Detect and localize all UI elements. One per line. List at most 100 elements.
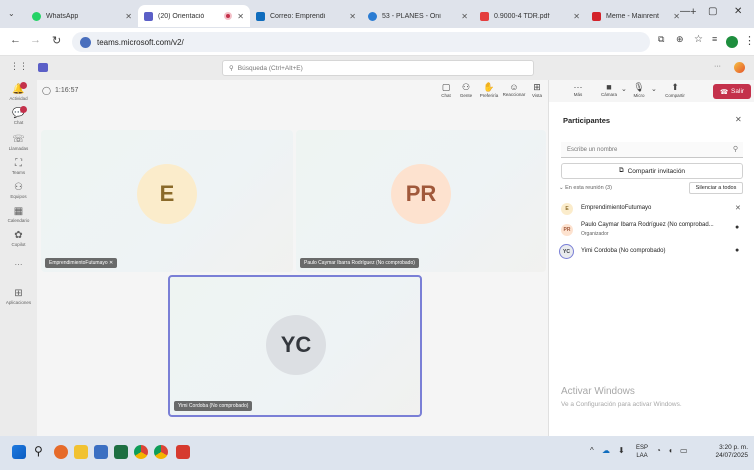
rail-calendario[interactable]: ▦ Calendario xyxy=(0,206,37,223)
chrome-profile-icon[interactable] xyxy=(154,445,168,459)
wifi-icon[interactable]: ◔ xyxy=(656,446,661,455)
participant-row[interactable]: E EmprendimientoFutumayo ✕ xyxy=(559,201,745,217)
windows-start-icon[interactable] xyxy=(12,445,26,459)
video-tile[interactable]: E EmprendimientoFutumayo ✕ xyxy=(41,130,293,272)
close-panel-icon[interactable]: ✕ xyxy=(735,115,742,124)
close-tab-icon[interactable]: ✕ xyxy=(461,12,468,21)
minimize-button[interactable]: — xyxy=(680,6,690,17)
close-tab-icon[interactable]: ✕ xyxy=(237,12,244,21)
install-app-icon[interactable]: ⧉ xyxy=(658,34,664,45)
close-tab-icon[interactable]: ✕ xyxy=(573,12,580,21)
chat-icon: 💬 xyxy=(0,106,37,119)
excel-icon[interactable] xyxy=(114,445,128,459)
extensions-icon[interactable]: ≡ xyxy=(712,34,717,44)
tab-meme[interactable]: Meme - Mainrent ✕ xyxy=(586,5,686,27)
tab-correo[interactable]: Correo: Emprendi ✕ xyxy=(250,5,362,27)
tab-search-icon[interactable]: ⌄ xyxy=(8,9,15,18)
rail-more[interactable]: ··· xyxy=(0,260,37,269)
zoom-icon[interactable]: ⊕ xyxy=(676,34,684,45)
whatsapp-icon xyxy=(32,11,41,21)
app-launcher-icon[interactable]: ⋮⋮ xyxy=(10,61,28,72)
url-field[interactable]: teams.microsoft.com/v2/ xyxy=(72,32,650,52)
search-icon[interactable]: ⚲ xyxy=(34,444,43,458)
share-button[interactable]: ⬆ Compartir xyxy=(659,82,691,98)
mute-all-button[interactable]: Silenciar a todos xyxy=(689,182,743,194)
mic-options-chevron-icon[interactable]: ⌄ xyxy=(651,85,657,93)
participant-name-label: Yimi Cordoba (No comprobado) xyxy=(174,401,253,411)
leave-button[interactable]: ☎ Salir xyxy=(713,84,751,99)
file-explorer-icon[interactable] xyxy=(74,445,88,459)
camera-options-chevron-icon[interactable]: ⌄ xyxy=(621,85,627,93)
meeting-toolbar: ◯ 1:16:57 ▢ Chat ⚇ Gente ✋ Preferiría ☺ … xyxy=(37,80,548,102)
view-button[interactable]: ⊞ Vista xyxy=(529,82,545,98)
mic-off-icon: ✕ xyxy=(735,205,741,212)
avatar-initials: E xyxy=(565,206,569,212)
back-icon[interactable]: ← xyxy=(10,34,21,46)
settings-more-button[interactable]: ··· xyxy=(714,63,721,70)
clock[interactable]: 3:20 p. m. 24/07/2025 xyxy=(700,444,748,460)
tab-pdf[interactable]: 0.9000-4 TDR.pdf ✕ xyxy=(474,5,586,27)
calendar-icon: ▦ xyxy=(13,206,24,217)
tool-label: Vista xyxy=(532,93,542,98)
battery-icon[interactable]: ▭ xyxy=(680,446,688,455)
close-window-button[interactable]: ✕ xyxy=(734,6,742,17)
raise-hand-button[interactable]: ✋ Preferiría xyxy=(477,82,501,98)
rail-copilot[interactable]: ✿ Copilot xyxy=(0,230,37,247)
teams-logo xyxy=(38,63,48,72)
rail-aplicaciones[interactable]: ⊞ Aplicaciones xyxy=(0,288,37,305)
pdf-reader-icon[interactable] xyxy=(176,445,190,459)
onedrive-icon[interactable]: ☁ xyxy=(602,446,610,455)
tool-label: Gente xyxy=(459,93,473,98)
profile-avatar[interactable] xyxy=(726,36,738,48)
rail-teams[interactable]: ⛶ Teams xyxy=(0,158,37,175)
rail-llamadas[interactable]: ☏ Llamadas xyxy=(0,134,37,151)
leave-label: Salir xyxy=(731,88,745,95)
tool-label: Preferiría xyxy=(479,93,499,98)
participant-row[interactable]: YC Yimi Cordoba (No comprobado) ● xyxy=(559,243,745,261)
browser-menu-icon[interactable]: ⋮ xyxy=(744,34,754,47)
chat-tool-button[interactable]: ▢ Chat xyxy=(437,82,455,98)
language-indicator[interactable]: ESP LAA xyxy=(636,444,648,460)
bookmark-star-icon[interactable]: ☆ xyxy=(694,34,703,45)
site-info-icon[interactable] xyxy=(80,36,91,48)
tray-chevron-icon[interactable]: ^ xyxy=(590,446,594,455)
close-tab-icon[interactable]: ✕ xyxy=(673,12,680,21)
participant-search-input[interactable]: Escribe un nombre ⚲ xyxy=(561,142,743,158)
maximize-button[interactable]: ▢ xyxy=(708,6,717,17)
browser-app-icon[interactable] xyxy=(54,445,68,459)
security-icon[interactable]: ⬇ xyxy=(618,446,625,455)
camera-button[interactable]: ■ Cámara xyxy=(597,82,621,97)
share-invite-button[interactable]: ⧉ Compartir invitación xyxy=(561,163,743,179)
avatar: E xyxy=(137,164,197,224)
meeting-controls: ··· Más ■ Cámara ⌄ 🎙 Micro ⌄ ⬆ Compartir… xyxy=(549,80,754,102)
mic-icon: ● xyxy=(735,224,740,231)
chrome-icon[interactable] xyxy=(134,445,148,459)
participants-panel: ··· Más ■ Cámara ⌄ 🎙 Micro ⌄ ⬆ Compartir… xyxy=(548,80,754,436)
tab-title: (20) Orientació xyxy=(158,12,205,20)
react-button[interactable]: ☺ Reaccionar xyxy=(501,82,527,97)
video-tile[interactable]: PR Paulo Caymar Ibarra Rodríguez (No com… xyxy=(296,130,546,272)
video-tile-active-speaker[interactable]: YC Yimi Cordoba (No comprobado) xyxy=(168,275,422,417)
volume-icon[interactable]: ◖ xyxy=(668,446,673,455)
participant-row[interactable]: PR Paulo Caymar Ibarra Rodríguez (No com… xyxy=(559,220,745,240)
outlook-icon xyxy=(256,11,265,21)
teams-search-input[interactable]: ⚲ Búsqueda (Ctrl+Alt+E) xyxy=(222,60,534,76)
camera-off-icon: ■ xyxy=(606,82,612,92)
store-icon[interactable] xyxy=(94,445,108,459)
rail-equipos[interactable]: ⚇ Equipos xyxy=(0,182,37,199)
user-avatar[interactable] xyxy=(734,62,745,73)
more-tool-button[interactable]: ··· Más xyxy=(569,82,587,97)
rail-chat[interactable]: 💬 Chat xyxy=(0,106,37,125)
forward-icon[interactable]: → xyxy=(30,34,41,46)
tab-planes[interactable]: 53 - PLANES - Oni ✕ xyxy=(362,5,474,27)
new-tab-button[interactable]: + xyxy=(690,6,696,18)
people-tool-button[interactable]: ⚇ Gente xyxy=(457,82,475,98)
tab-teams-meeting[interactable]: (20) Orientació ✕ xyxy=(138,5,250,27)
tab-whatsapp[interactable]: WhatsApp ✕ xyxy=(26,5,138,27)
close-tab-icon[interactable]: ✕ xyxy=(349,12,356,21)
mic-button[interactable]: 🎙 Micro xyxy=(629,82,649,98)
section-header[interactable]: ⌄ En esta reunión (3) xyxy=(559,185,612,191)
reload-icon[interactable]: ↻ xyxy=(52,34,61,47)
rail-actividad[interactable]: 🔔 Actividad xyxy=(0,82,37,101)
close-tab-icon[interactable]: ✕ xyxy=(125,12,132,21)
